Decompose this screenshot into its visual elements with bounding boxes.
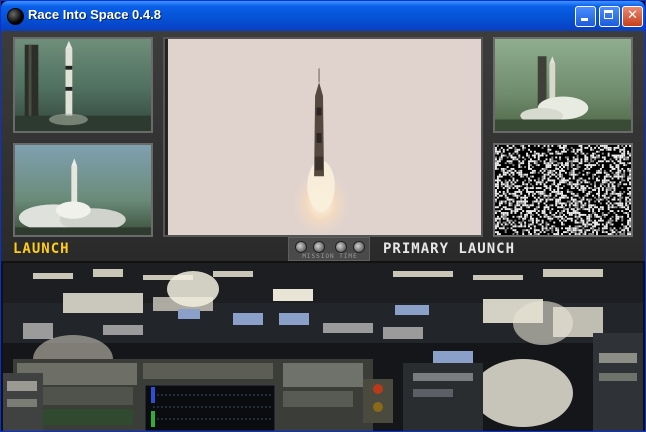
window-title: Race Into Space 0.4.8: [28, 7, 161, 22]
no-signal-static: [493, 143, 633, 237]
mission-time-dial-1: [295, 241, 307, 253]
primary-launch-label: PRIMARY LAUNCH: [383, 241, 516, 257]
minimize-icon: [581, 18, 588, 21]
mission-time-dial-2: [313, 241, 325, 253]
mission-time-dial-3: [335, 241, 347, 253]
app-window: Race Into Space 0.4.8 ✕ LAUNCH MISSION T…: [0, 0, 646, 432]
app-icon: [7, 8, 24, 25]
title-bar[interactable]: Race Into Space 0.4.8 ✕: [1, 1, 645, 31]
launch-tower-camera: [493, 37, 633, 133]
minimize-button[interactable]: [575, 6, 596, 27]
maximize-icon: [604, 10, 613, 19]
game-screen: LAUNCH MISSION TIME PRIMARY LAUNCH: [1, 31, 645, 431]
launch-pad-camera-1: [13, 37, 153, 133]
launch-pad-camera-2: [13, 143, 153, 237]
main-liftoff-view: [163, 37, 483, 237]
maximize-button[interactable]: [599, 6, 620, 27]
launch-label: LAUNCH: [13, 241, 70, 257]
mission-time-panel: MISSION TIME: [288, 237, 370, 261]
video-monitor-panel: LAUNCH MISSION TIME PRIMARY LAUNCH: [1, 31, 645, 261]
mission-time-dial-4: [353, 241, 365, 253]
close-icon: ✕: [627, 8, 638, 23]
mission-control-console: [3, 263, 643, 431]
mission-time-label: MISSION TIME: [302, 253, 358, 260]
close-button[interactable]: ✕: [622, 6, 643, 27]
